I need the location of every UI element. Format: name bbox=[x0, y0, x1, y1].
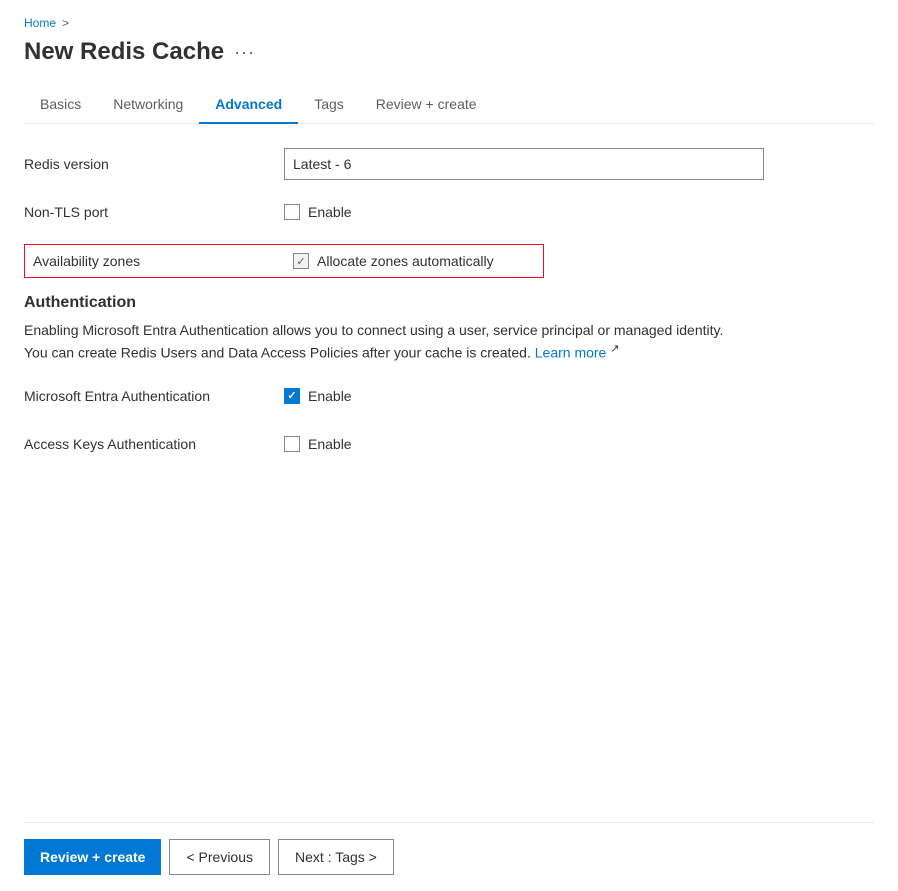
auth-description: Enabling Microsoft Entra Authentication … bbox=[24, 320, 744, 364]
page-title: New Redis Cache bbox=[24, 38, 224, 66]
non-tls-port-row: Non-TLS port Enable bbox=[24, 196, 874, 228]
page-title-row: New Redis Cache ··· bbox=[24, 38, 874, 66]
availability-zones-label: Availability zones bbox=[33, 253, 293, 269]
availability-zones-checkbox-label: Allocate zones automatically bbox=[317, 253, 494, 269]
availability-zones-checkbox-row: Allocate zones automatically bbox=[293, 253, 535, 269]
entra-auth-checkbox-label: Enable bbox=[308, 388, 352, 404]
auth-heading: Authentication bbox=[24, 294, 874, 312]
non-tls-port-control: Enable bbox=[284, 204, 764, 220]
non-tls-checkbox-row: Enable bbox=[284, 204, 764, 220]
more-options-icon[interactable]: ··· bbox=[234, 42, 255, 63]
tab-bar: Basics Networking Advanced Tags Review +… bbox=[24, 86, 874, 124]
breadcrumb-separator: > bbox=[62, 16, 69, 30]
non-tls-port-label: Non-TLS port bbox=[24, 204, 284, 220]
access-keys-auth-row: Access Keys Authentication Enable bbox=[24, 428, 874, 460]
availability-zones-checkbox[interactable] bbox=[293, 253, 309, 269]
form-section: Redis version Non-TLS port Enable Availa… bbox=[24, 148, 874, 822]
availability-zones-control: Allocate zones automatically bbox=[293, 253, 535, 269]
non-tls-checkbox[interactable] bbox=[284, 204, 300, 220]
learn-more-link[interactable]: Learn more bbox=[535, 345, 607, 361]
access-keys-checkbox-row: Enable bbox=[284, 436, 764, 452]
external-link-icon: ↗ bbox=[610, 343, 619, 355]
previous-button[interactable]: < Previous bbox=[169, 839, 270, 875]
tab-networking[interactable]: Networking bbox=[97, 86, 199, 124]
authentication-section: Authentication Enabling Microsoft Entra … bbox=[24, 294, 874, 460]
next-button[interactable]: Next : Tags > bbox=[278, 839, 394, 875]
access-keys-auth-control: Enable bbox=[284, 436, 764, 452]
non-tls-checkbox-label: Enable bbox=[308, 204, 352, 220]
redis-version-row: Redis version bbox=[24, 148, 874, 180]
breadcrumb: Home > bbox=[24, 16, 874, 30]
entra-auth-checkbox-row: Enable bbox=[284, 388, 764, 404]
access-keys-checkbox[interactable] bbox=[284, 436, 300, 452]
access-keys-checkbox-label: Enable bbox=[308, 436, 352, 452]
entra-auth-checkbox[interactable] bbox=[284, 388, 300, 404]
bottom-bar: Review + create < Previous Next : Tags > bbox=[24, 822, 874, 891]
tab-advanced[interactable]: Advanced bbox=[199, 86, 298, 124]
entra-auth-row: Microsoft Entra Authentication Enable bbox=[24, 380, 874, 412]
breadcrumb-home[interactable]: Home bbox=[24, 16, 56, 30]
tab-review-create[interactable]: Review + create bbox=[360, 86, 493, 124]
access-keys-auth-label: Access Keys Authentication bbox=[24, 436, 284, 452]
redis-version-label: Redis version bbox=[24, 156, 284, 172]
tab-tags[interactable]: Tags bbox=[298, 86, 360, 124]
availability-zones-row: Availability zones Allocate zones automa… bbox=[24, 244, 544, 278]
entra-auth-label: Microsoft Entra Authentication bbox=[24, 388, 284, 404]
redis-version-input[interactable] bbox=[284, 148, 764, 180]
entra-auth-control: Enable bbox=[284, 388, 764, 404]
tab-basics[interactable]: Basics bbox=[24, 86, 97, 124]
review-create-button[interactable]: Review + create bbox=[24, 839, 161, 875]
redis-version-control bbox=[284, 148, 764, 180]
